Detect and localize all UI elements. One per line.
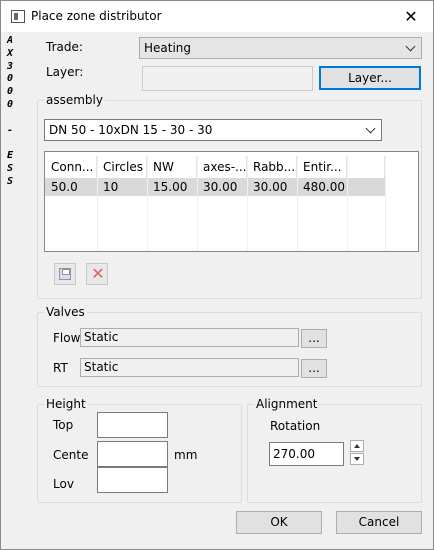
layer-label: Layer:	[46, 65, 84, 79]
column-divider	[347, 156, 348, 251]
app-icon	[11, 10, 25, 23]
column-divider	[247, 156, 248, 251]
trade-select[interactable]: Heating	[139, 37, 422, 59]
flow-browse-button[interactable]: ...	[301, 329, 327, 348]
chevron-down-icon	[365, 120, 377, 140]
flow-field[interactable]: Static	[80, 328, 299, 347]
side-char: E	[6, 150, 14, 162]
dialog-window: Place zone distributor ✕ A X 3 0 0 0 - E…	[0, 0, 434, 550]
flow-label: Flow	[53, 331, 81, 345]
column-divider	[197, 156, 198, 251]
column-divider	[147, 156, 148, 251]
save-icon	[59, 268, 71, 280]
save-button[interactable]	[54, 263, 76, 285]
column-header[interactable]: Conn...	[45, 156, 97, 178]
chevron-down-icon	[405, 38, 417, 58]
side-char: -	[6, 124, 14, 136]
assembly-legend: assembly	[44, 93, 105, 107]
column-header[interactable]: Entir...	[297, 156, 347, 178]
assembly-value: DN 50 - 10xDN 15 - 30 - 30	[49, 123, 213, 137]
table-cell: 15.00	[153, 180, 188, 194]
layer-button[interactable]: Layer...	[319, 66, 421, 90]
low-input[interactable]	[97, 467, 168, 493]
delete-icon: ✕	[91, 264, 105, 283]
table-cell: 480.00	[303, 180, 345, 194]
center-input[interactable]	[97, 441, 168, 467]
delete-button[interactable]: ✕	[86, 263, 108, 285]
alignment-legend: Alignment	[254, 397, 320, 411]
column-header-empty	[347, 156, 385, 178]
ok-button[interactable]: OK	[236, 511, 322, 534]
low-label: Lov	[53, 477, 74, 491]
rotation-down-icon[interactable]	[350, 453, 364, 465]
column-header[interactable]: axes-...	[197, 156, 247, 178]
column-header[interactable]: NW	[147, 156, 197, 178]
side-char: A	[6, 35, 14, 46]
window-title: Place zone distributor	[31, 9, 162, 23]
rt-label: RT	[53, 361, 68, 375]
unit-label: mm	[174, 448, 198, 462]
side-char: 3	[6, 60, 14, 72]
layer-field	[142, 66, 313, 91]
side-char: X	[6, 47, 14, 59]
side-label: A X 3 0 0 0 - E S S	[5, 35, 15, 189]
table-cell: 10	[103, 180, 119, 194]
title-bar: Place zone distributor ✕	[1, 1, 433, 32]
top-input[interactable]	[97, 412, 168, 438]
height-legend: Height	[44, 397, 88, 411]
table-cell: 50.0	[51, 180, 78, 194]
column-divider	[385, 156, 386, 251]
rotation-up-icon[interactable]	[350, 440, 364, 452]
side-char	[5, 112, 15, 125]
side-char: S	[6, 175, 14, 187]
table-row[interactable]: 50.0 10 15.00 30.00 30.00 480.00	[45, 178, 385, 196]
column-header[interactable]: Rabb...	[247, 156, 297, 178]
column-divider	[97, 156, 98, 251]
side-char	[5, 137, 15, 150]
rotation-label: Rotation	[270, 419, 321, 433]
side-char: 0	[6, 86, 14, 98]
rotation-input[interactable]: 270.00	[269, 442, 344, 466]
table-cell: 30.00	[203, 180, 238, 194]
trade-value: Heating	[144, 41, 192, 55]
assembly-table[interactable]: Conn... Circles NW axes-... Rabb... Enti…	[44, 151, 419, 252]
rt-browse-button[interactable]: ...	[301, 359, 327, 378]
assembly-select[interactable]: DN 50 - 10xDN 15 - 30 - 30	[44, 119, 382, 141]
column-divider	[297, 156, 298, 251]
top-label: Top	[53, 418, 74, 432]
table-cell: 30.00	[253, 180, 288, 194]
side-char: 0	[6, 73, 14, 85]
close-icon[interactable]: ✕	[389, 1, 433, 32]
trade-label: Trade:	[46, 40, 83, 54]
side-char: 0	[6, 98, 14, 110]
column-header[interactable]: Circles	[97, 156, 147, 178]
rt-field[interactable]: Static	[80, 358, 299, 377]
cancel-button[interactable]: Cancel	[336, 511, 422, 534]
center-label: Cente	[53, 448, 89, 462]
side-char: S	[6, 162, 14, 174]
valves-legend: Valves	[44, 305, 87, 319]
